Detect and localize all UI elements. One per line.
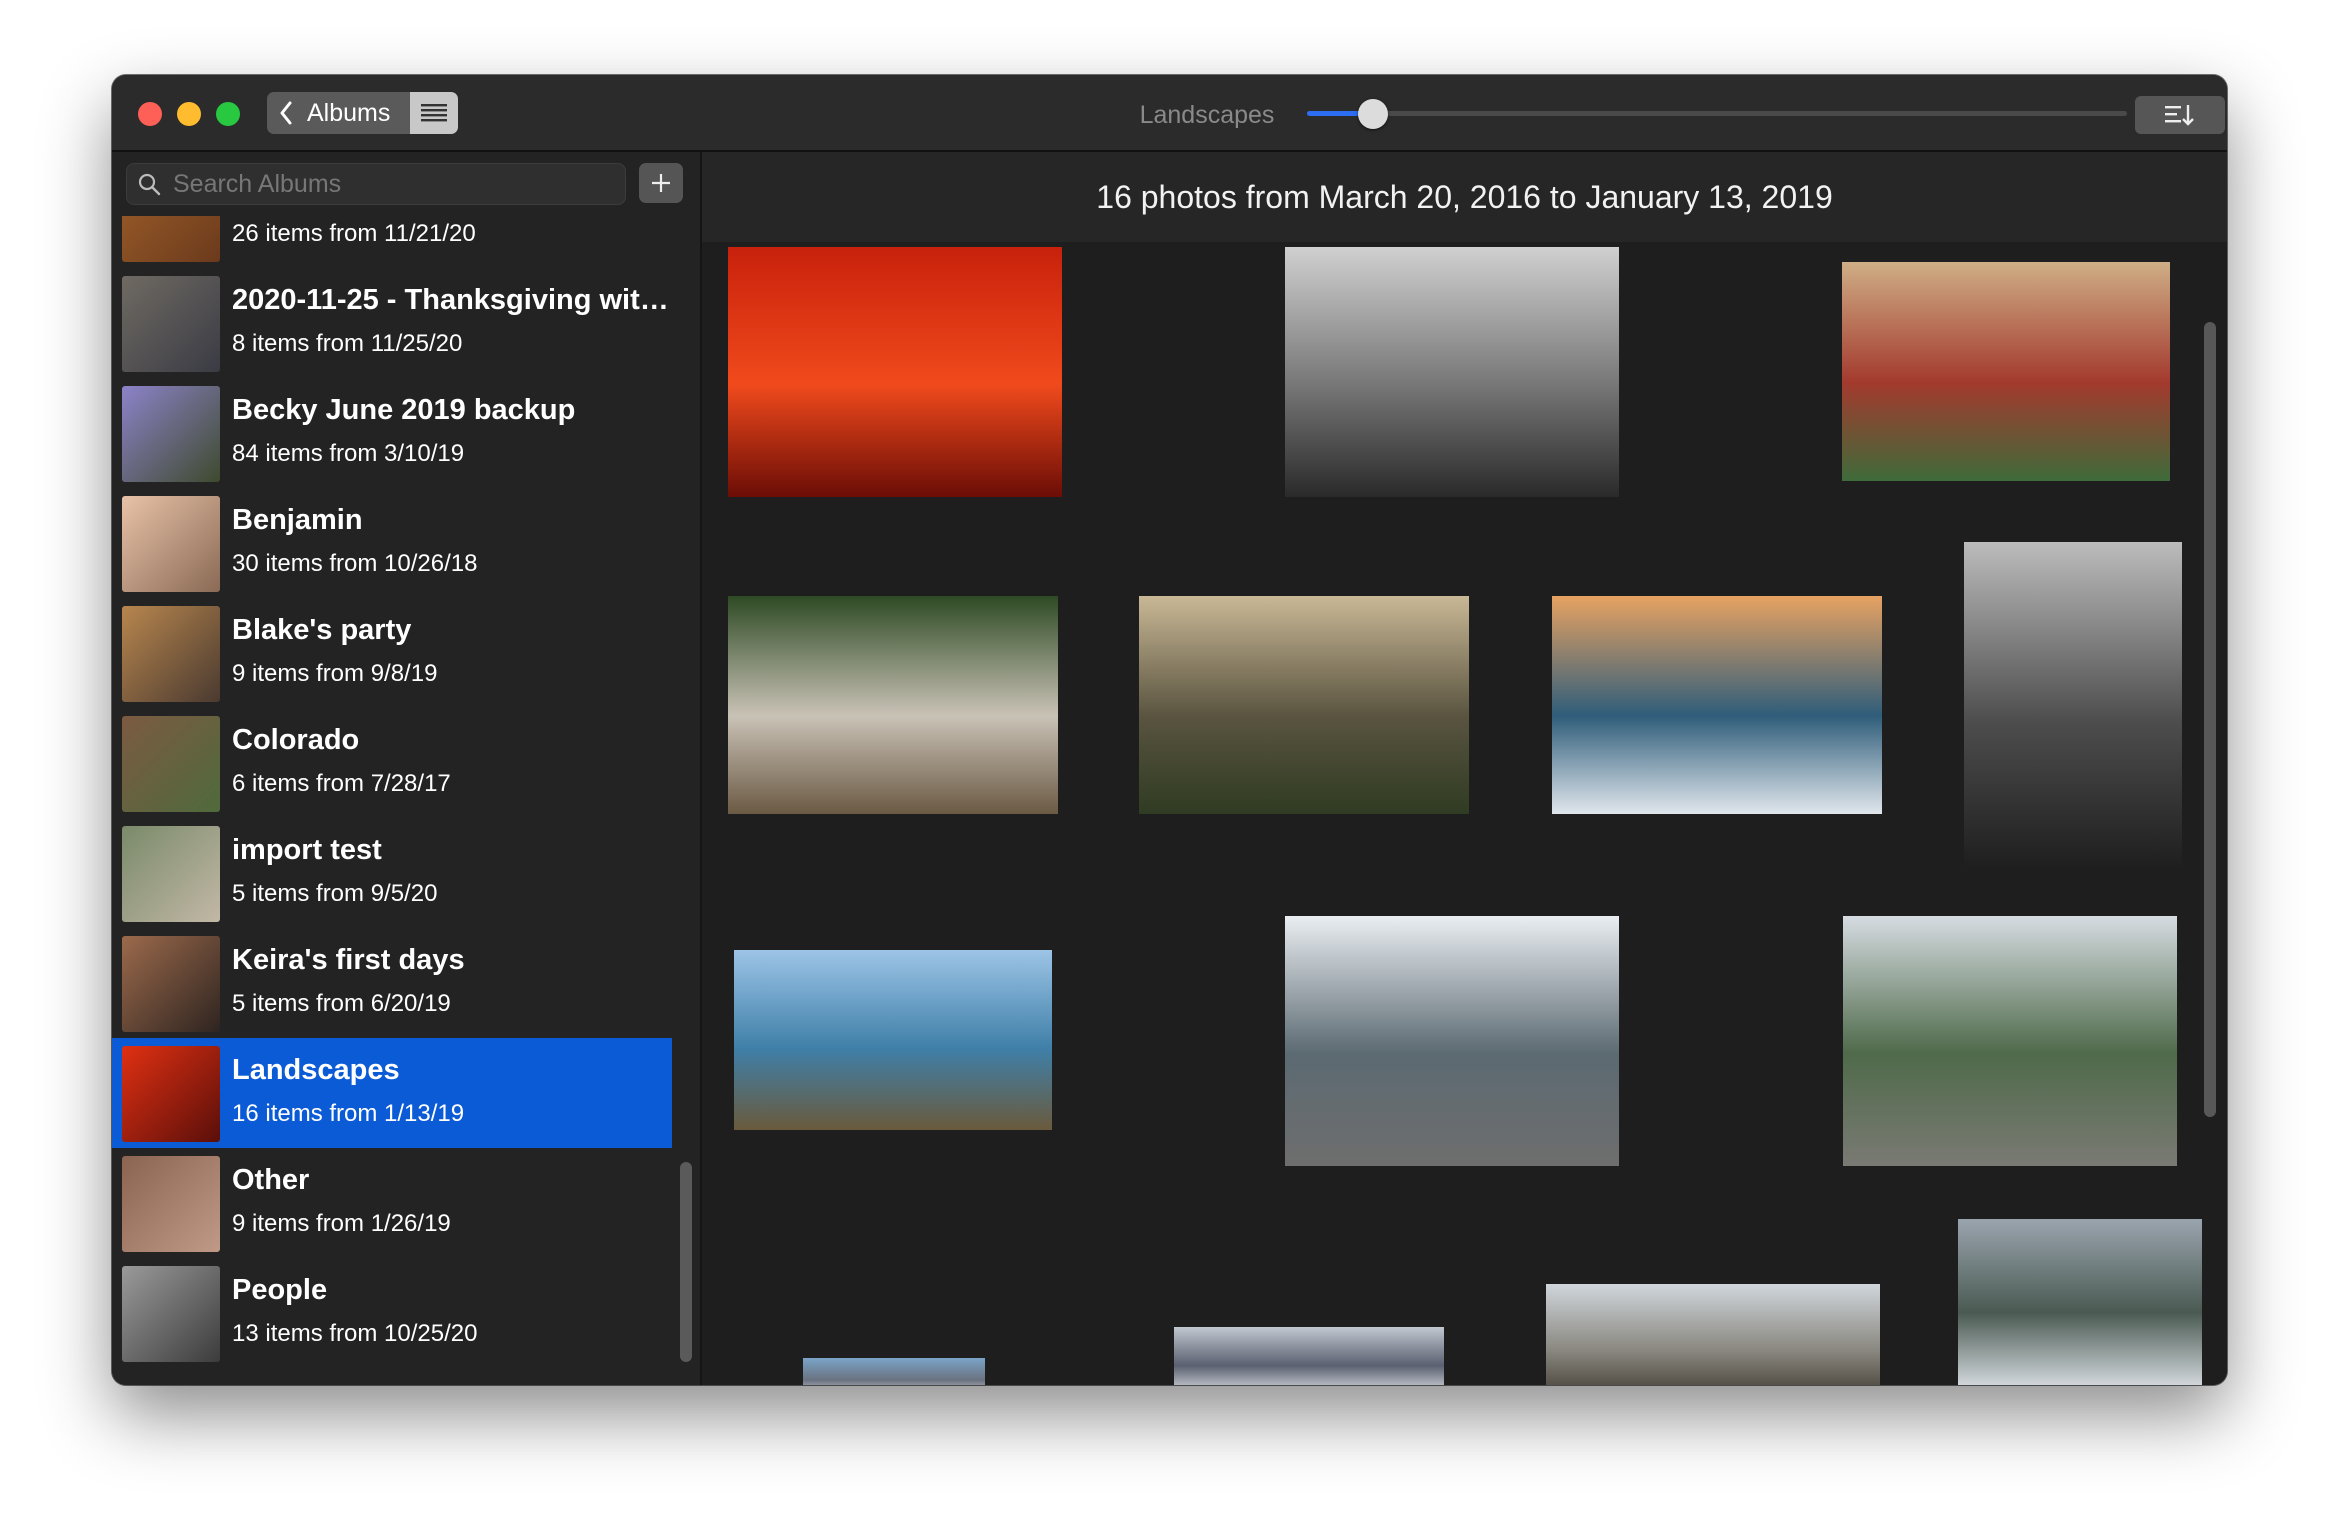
album-item-count: 9 items from 9/8/19 <box>232 660 438 687</box>
photos-header: 16 photos from March 20, 2016 to January… <box>702 152 2227 242</box>
photos-summary: 16 photos from March 20, 2016 to January… <box>1096 178 1833 215</box>
album-name: Keira's first days <box>232 944 465 976</box>
album-row[interactable]: People 13 items from 10/25/20 <box>112 1258 672 1368</box>
album-thumbnail <box>122 1266 220 1362</box>
album-thumbnail <box>122 606 220 702</box>
photo-valley-road[interactable] <box>1843 916 2177 1166</box>
photo-colorful-house[interactable] <box>1842 262 2170 481</box>
album-thumbnail <box>122 716 220 812</box>
sort-icon <box>2165 105 2194 126</box>
album-item-count: 5 items from 9/5/20 <box>232 880 438 907</box>
album-thumbnail <box>122 1046 220 1142</box>
photo-rocky-coast-sunset[interactable] <box>1139 596 1469 814</box>
photo-bw-building[interactable] <box>1285 247 1619 497</box>
main-panel: 16 photos from March 20, 2016 to January… <box>702 152 2227 1385</box>
photo-grid-scrollbar[interactable] <box>2204 322 2216 1117</box>
album-name: Blake's party <box>232 614 412 646</box>
search-bar <box>126 163 626 205</box>
album-thumbnail <box>122 1156 220 1252</box>
list-icon <box>421 104 448 122</box>
add-album-button[interactable] <box>639 163 683 203</box>
chevron-left-icon <box>280 101 292 125</box>
album-item-count: 26 items from 11/21/20 <box>232 220 476 247</box>
album-row[interactable]: Keira's first days 5 items from 6/20/19 <box>112 928 672 1038</box>
photo-snowy-ridge[interactable] <box>1174 1327 1444 1385</box>
album-row[interactable]: Blake's party 9 items from 9/8/19 <box>112 598 672 708</box>
sidebar-scrollbar[interactable] <box>680 1162 692 1362</box>
album-row[interactable]: Colorado 6 items from 7/28/17 <box>112 708 672 818</box>
photo-sailboat[interactable] <box>734 950 1052 1130</box>
album-name: import test <box>232 834 382 866</box>
album-name: 2020-11-25 - Thanksgiving with... <box>232 284 672 316</box>
album-thumbnail <box>122 826 220 922</box>
zoom-window-button[interactable] <box>216 102 240 126</box>
album-row[interactable]: Becky June 2019 backup 84 items from 3/10… <box>112 378 672 488</box>
album-name: Becky June 2019 backup <box>232 394 576 426</box>
album-item-count: 9 items from 1/26/19 <box>232 1210 451 1237</box>
back-to-albums-button[interactable]: Albums <box>267 92 411 134</box>
sidebar: 2020-11-21 - Thanksgiving with...26 item… <box>112 152 702 1385</box>
photo-red-tree[interactable] <box>728 247 1062 497</box>
album-name: Colorado <box>232 724 360 756</box>
navigation-group: Albums <box>267 92 459 134</box>
plus-icon <box>652 174 670 192</box>
thumbnail-size-slider[interactable] <box>1307 99 2127 129</box>
photo-mountain-road[interactable] <box>1285 916 1619 1166</box>
search-input[interactable] <box>171 168 615 200</box>
photo-ocean-waves-sunset[interactable] <box>1552 596 1882 814</box>
album-row[interactable]: Landscapes 16 items from 1/13/19 <box>112 1038 672 1148</box>
photo-waterfall-rocks[interactable] <box>728 596 1058 814</box>
album-name: Other <box>232 1164 310 1196</box>
album-item-count: 6 items from 7/28/17 <box>232 770 451 797</box>
back-button-label: Albums <box>307 98 391 127</box>
photo-stormy-mountain[interactable] <box>1958 1219 2202 1385</box>
album-thumbnail <box>122 276 220 372</box>
album-row[interactable]: Other 9 items from 1/26/19 <box>112 1148 672 1258</box>
slider-track <box>1307 111 2127 116</box>
album-item-count: 16 items from 1/13/19 <box>232 1100 465 1127</box>
sort-button[interactable] <box>2135 96 2225 134</box>
album-item-count: 5 items from 6/20/19 <box>232 990 451 1017</box>
window-title: Landscapes <box>1139 101 1275 129</box>
album-row[interactable]: 2020-11-21 - Thanksgiving with...26 item… <box>112 216 672 268</box>
album-thumbnail <box>122 386 220 482</box>
minimize-window-button[interactable] <box>177 102 201 126</box>
album-row[interactable]: import test 5 items from 9/5/20 <box>112 818 672 928</box>
album-item-count: 30 items from 10/26/18 <box>232 550 478 577</box>
search-icon <box>138 173 161 196</box>
album-list: 2020-11-21 - Thanksgiving with...26 item… <box>112 216 672 1385</box>
album-item-count: 8 items from 11/25/20 <box>232 330 463 357</box>
photo-cloudy-sea[interactable] <box>1964 542 2182 869</box>
album-thumbnail <box>122 496 220 592</box>
album-name: People <box>232 1274 328 1306</box>
title-bar: Albums Landscapes <box>112 75 2227 152</box>
album-thumbnail <box>122 216 220 262</box>
photo-distant-mountains[interactable] <box>803 1358 985 1385</box>
app-window: Albums Landscapes Search Albums 26 items… <box>112 75 2227 1385</box>
album-thumbnail <box>122 936 220 1032</box>
album-item-count: 13 items from 10/25/20 <box>232 1320 478 1347</box>
list-view-button[interactable] <box>410 92 459 134</box>
album-name: Benjamin <box>232 504 363 536</box>
album-row[interactable]: Benjamin 30 items from 10/26/18 <box>112 488 672 598</box>
slider-knob[interactable] <box>1357 99 1388 129</box>
album-item-count: 84 items from 3/10/19 <box>232 440 465 467</box>
photo-grid <box>702 242 2202 1385</box>
photo-hazy-hills[interactable] <box>1546 1284 1880 1385</box>
close-window-button[interactable] <box>138 102 162 126</box>
album-name: Landscapes <box>232 1054 400 1086</box>
album-row[interactable]: 2020-11-25 - Thanksgiving with... 8 items… <box>112 268 672 378</box>
